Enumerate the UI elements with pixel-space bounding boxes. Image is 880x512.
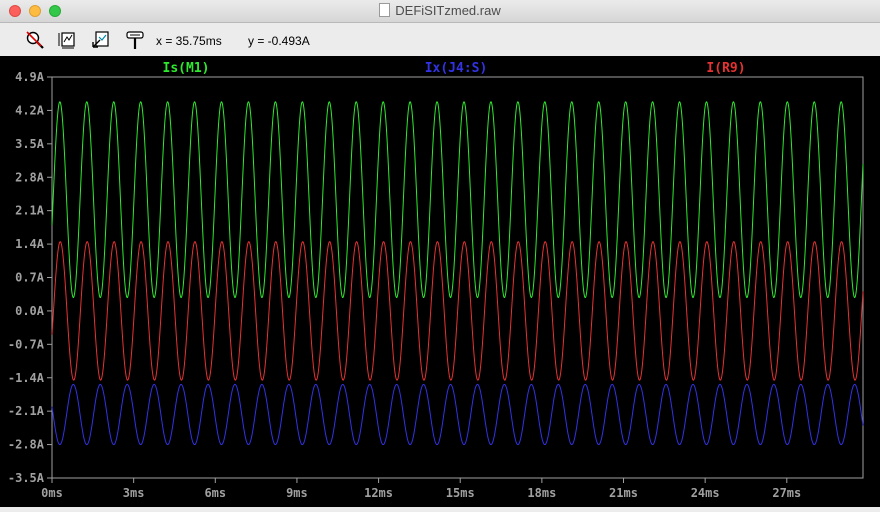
legend-label[interactable]: Is(M1) [163, 61, 210, 76]
x-tick-label: 15ms [446, 486, 475, 500]
zoom-cancel-icon[interactable] [24, 29, 46, 51]
waveform-plot-pane[interactable]: 4.9A 4.2A 3.5A 2.8A 2.1A 1.4A 0.7A 0.0A -0.7A -1.… [0, 56, 880, 507]
x-tick-label: 21ms [609, 486, 638, 500]
measure-cursor-icon[interactable] [124, 29, 146, 51]
trace-i-r9 [51, 241, 864, 381]
window-title-area: DEFiSITzmed.raw [0, 3, 880, 18]
x-tick-label: 0ms [41, 486, 63, 500]
x-tick-label: 12ms [364, 486, 393, 500]
waveform-chart[interactable]: 4.9A 4.2A 3.5A 2.8A 2.1A 1.4A 0.7A 0.0A -0.7A -1.… [0, 56, 880, 507]
y-tick-label: 3.5A [15, 137, 45, 151]
x-tick-label: 27ms [772, 486, 801, 500]
app-window: DEFiSITzmed.raw x = 35.75ms y = -0.493A [0, 0, 880, 507]
title-bar: DEFiSITzmed.raw [0, 0, 880, 23]
window-title: DEFiSITzmed.raw [395, 3, 501, 18]
y-tick-label: 1.4A [15, 237, 45, 251]
y-tick-label: -2.8A [8, 438, 45, 452]
y-tick-label: 4.9A [15, 70, 45, 84]
trace-ix-j4-s [51, 383, 864, 446]
y-tick-label: -0.7A [8, 337, 45, 351]
trace-is-m1 [51, 101, 864, 299]
legend-label[interactable]: I(R9) [706, 61, 745, 76]
legend-label[interactable]: Ix(J4:S) [425, 61, 488, 76]
x-tick-label: 18ms [527, 486, 556, 500]
x-tick-label: 9ms [286, 486, 308, 500]
x-tick-label: 3ms [123, 486, 145, 500]
document-icon [379, 3, 391, 17]
y-tick-label: 0.0A [15, 304, 45, 318]
y-tick-label: -1.4A [8, 371, 45, 385]
y-coordinate-readout: y = -0.493A [248, 34, 310, 48]
x-tick-label: 24ms [691, 486, 720, 500]
toolbar: x = 35.75ms y = -0.493A [0, 23, 880, 56]
pan-icon[interactable] [90, 29, 112, 51]
x-coordinate-readout: x = 35.75ms [156, 34, 222, 48]
y-tick-label: -2.1A [8, 404, 45, 418]
y-tick-label: 2.8A [15, 170, 45, 184]
y-tick-label: -3.5A [8, 471, 45, 485]
y-tick-label: 2.1A [15, 204, 45, 218]
y-tick-label: 0.7A [15, 271, 45, 285]
y-tick-label: 4.2A [15, 103, 45, 117]
x-tick-label: 6ms [204, 486, 226, 500]
zoom-extents-icon[interactable] [57, 29, 79, 51]
